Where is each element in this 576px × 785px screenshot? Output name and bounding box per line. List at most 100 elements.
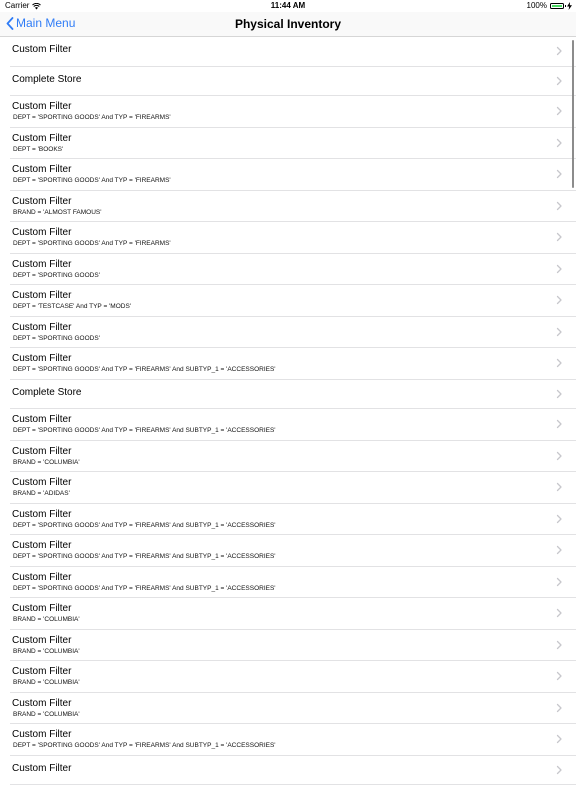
- list-item-subtitle: DEPT = 'SPORTING GOODS' And TYP = 'FIREA…: [13, 366, 276, 373]
- list-item-subtitle: DEPT = 'SPORTING GOODS' And TYP = 'FIREA…: [13, 427, 276, 434]
- chevron-right-icon: [554, 76, 564, 86]
- list-item-subtitle: DEPT = 'SPORTING GOODS' And TYP = 'FIREA…: [13, 522, 276, 529]
- list-item[interactable]: Custom Filter DEPT = 'SPORTING GOODS' And…: [10, 222, 576, 254]
- navigation-bar: Main Menu Physical Inventory: [0, 12, 576, 37]
- list-item-title: Custom Filter: [12, 572, 71, 583]
- list-item[interactable]: Custom Filter: [10, 37, 576, 67]
- chevron-right-icon: [554, 451, 564, 461]
- chevron-right-icon: [554, 514, 564, 524]
- list-item-subtitle: BRAND = 'ADIDAS': [13, 490, 70, 497]
- list-item-title: Custom Filter: [12, 133, 71, 144]
- chevron-right-icon: [554, 138, 564, 148]
- scrollbar[interactable]: [572, 40, 575, 188]
- list-item-title: Custom Filter: [12, 729, 71, 740]
- chevron-right-icon: [554, 201, 564, 211]
- list-item[interactable]: Custom Filter DEPT = 'SPORTING GOODS' And…: [10, 535, 576, 567]
- list-item[interactable]: Custom Filter DEPT = 'BOOKS': [10, 128, 576, 160]
- list-item[interactable]: Custom Filter BRAND = 'COLUMBIA': [10, 598, 576, 630]
- list-item-subtitle: DEPT = 'BOOKS': [13, 146, 63, 153]
- list-item-subtitle: DEPT = 'SPORTING GOODS' And TYP = 'FIREA…: [13, 742, 276, 749]
- list-item-subtitle: BRAND = 'COLUMBIA': [13, 616, 80, 623]
- chevron-right-icon: [554, 703, 564, 713]
- list-item-title: Custom Filter: [12, 44, 71, 55]
- list-item-title: Custom Filter: [12, 196, 71, 207]
- list-item-title: Custom Filter: [12, 666, 71, 677]
- list-item[interactable]: Custom Filter DEPT = 'SPORTING GOODS' And…: [10, 567, 576, 599]
- list-item-subtitle: DEPT = 'SPORTING GOODS' And TYP = 'FIREA…: [13, 553, 276, 560]
- status-bar: Carrier 11:44 AM 100%: [0, 0, 576, 12]
- chevron-right-icon: [554, 106, 564, 116]
- chevron-right-icon: [554, 577, 564, 587]
- list-item-subtitle: DEPT = 'SPORTING GOODS' And TYP = 'FIREA…: [13, 177, 171, 184]
- chevron-right-icon: [554, 419, 564, 429]
- list-item-title: Custom Filter: [12, 322, 71, 333]
- list-item[interactable]: Custom Filter BRAND = 'COLUMBIA': [10, 693, 576, 725]
- list-item-title: Custom Filter: [12, 540, 71, 551]
- list-item[interactable]: Custom Filter: [10, 756, 576, 785]
- chevron-right-icon: [554, 358, 564, 368]
- chevron-right-icon: [554, 169, 564, 179]
- battery-icon: [550, 3, 564, 9]
- list-item-subtitle: BRAND = 'COLUMBIA': [13, 648, 80, 655]
- list-item-title: Custom Filter: [12, 227, 71, 238]
- list-item[interactable]: Custom Filter DEPT = 'SPORTING GOODS' And…: [10, 96, 576, 128]
- list-item-title: Custom Filter: [12, 635, 71, 646]
- chevron-right-icon: [554, 264, 564, 274]
- page-title: Physical Inventory: [0, 12, 576, 36]
- list-item-title: Complete Store: [12, 74, 81, 85]
- list-item-title: Custom Filter: [12, 446, 71, 457]
- list-item-subtitle: BRAND = 'COLUMBIA': [13, 459, 80, 466]
- list-item-subtitle: DEPT = 'SPORTING GOODS': [13, 272, 100, 279]
- list-item[interactable]: Custom Filter BRAND = 'ADIDAS': [10, 472, 576, 504]
- list-item[interactable]: Custom Filter DEPT = 'SPORTING GOODS': [10, 254, 576, 286]
- list-item-subtitle: DEPT = 'SPORTING GOODS' And TYP = 'FIREA…: [13, 114, 171, 121]
- list-item-subtitle: BRAND = 'COLUMBIA': [13, 711, 80, 718]
- list-item[interactable]: Custom Filter DEPT = 'SPORTING GOODS' And…: [10, 504, 576, 536]
- status-time: 11:44 AM: [0, 0, 576, 12]
- chevron-right-icon: [554, 482, 564, 492]
- list-item-subtitle: DEPT = 'SPORTING GOODS' And TYP = 'FIREA…: [13, 585, 276, 592]
- chevron-right-icon: [554, 765, 564, 775]
- list-item-title: Complete Store: [12, 387, 81, 398]
- chevron-right-icon: [554, 545, 564, 555]
- list-item-subtitle: BRAND = 'ALMOST FAMOUS': [13, 209, 102, 216]
- list-item[interactable]: Custom Filter BRAND = 'COLUMBIA': [10, 661, 576, 693]
- list-item[interactable]: Custom Filter BRAND = 'ALMOST FAMOUS': [10, 191, 576, 223]
- chevron-right-icon: [554, 734, 564, 744]
- list-item[interactable]: Custom Filter DEPT = 'TESTCASE' And TYP =…: [10, 285, 576, 317]
- list-item[interactable]: Complete Store: [10, 67, 576, 97]
- chevron-right-icon: [554, 671, 564, 681]
- list-item-subtitle: DEPT = 'SPORTING GOODS': [13, 335, 100, 342]
- list-item-title: Custom Filter: [12, 509, 71, 520]
- list-item-subtitle: DEPT = 'TESTCASE' And TYP = 'MODS': [13, 303, 131, 310]
- list-item-title: Custom Filter: [12, 290, 71, 301]
- battery-percent: 100%: [527, 0, 547, 12]
- list-item-subtitle: BRAND = 'COLUMBIA': [13, 679, 80, 686]
- list-item[interactable]: Complete Store: [10, 380, 576, 410]
- list-item[interactable]: Custom Filter DEPT = 'SPORTING GOODS' And…: [10, 159, 576, 191]
- list-item-title: Custom Filter: [12, 477, 71, 488]
- list-item-title: Custom Filter: [12, 259, 71, 270]
- filter-list: Custom Filter Complete Store Custom Filter…: [0, 37, 576, 785]
- list-item-title: Custom Filter: [12, 101, 71, 112]
- list-item[interactable]: Custom Filter DEPT = 'SPORTING GOODS' And…: [10, 724, 576, 756]
- chevron-right-icon: [554, 608, 564, 618]
- list-item[interactable]: Custom Filter BRAND = 'COLUMBIA': [10, 630, 576, 662]
- list-item-title: Custom Filter: [12, 698, 71, 709]
- list-item[interactable]: Custom Filter DEPT = 'SPORTING GOODS': [10, 317, 576, 349]
- list-item[interactable]: Custom Filter DEPT = 'SPORTING GOODS' And…: [10, 348, 576, 380]
- list-item-title: Custom Filter: [12, 603, 71, 614]
- chevron-right-icon: [554, 295, 564, 305]
- chevron-right-icon: [554, 327, 564, 337]
- status-right: 100%: [527, 0, 572, 12]
- chevron-right-icon: [554, 389, 564, 399]
- list-item-title: Custom Filter: [12, 763, 71, 774]
- list-item-title: Custom Filter: [12, 353, 71, 364]
- chevron-right-icon: [554, 232, 564, 242]
- list-item-title: Custom Filter: [12, 164, 71, 175]
- list-item-title: Custom Filter: [12, 414, 71, 425]
- chevron-right-icon: [554, 46, 564, 56]
- list-item[interactable]: Custom Filter BRAND = 'COLUMBIA': [10, 441, 576, 473]
- list-item[interactable]: Custom Filter DEPT = 'SPORTING GOODS' And…: [10, 409, 576, 441]
- list-item-subtitle: DEPT = 'SPORTING GOODS' And TYP = 'FIREA…: [13, 240, 171, 247]
